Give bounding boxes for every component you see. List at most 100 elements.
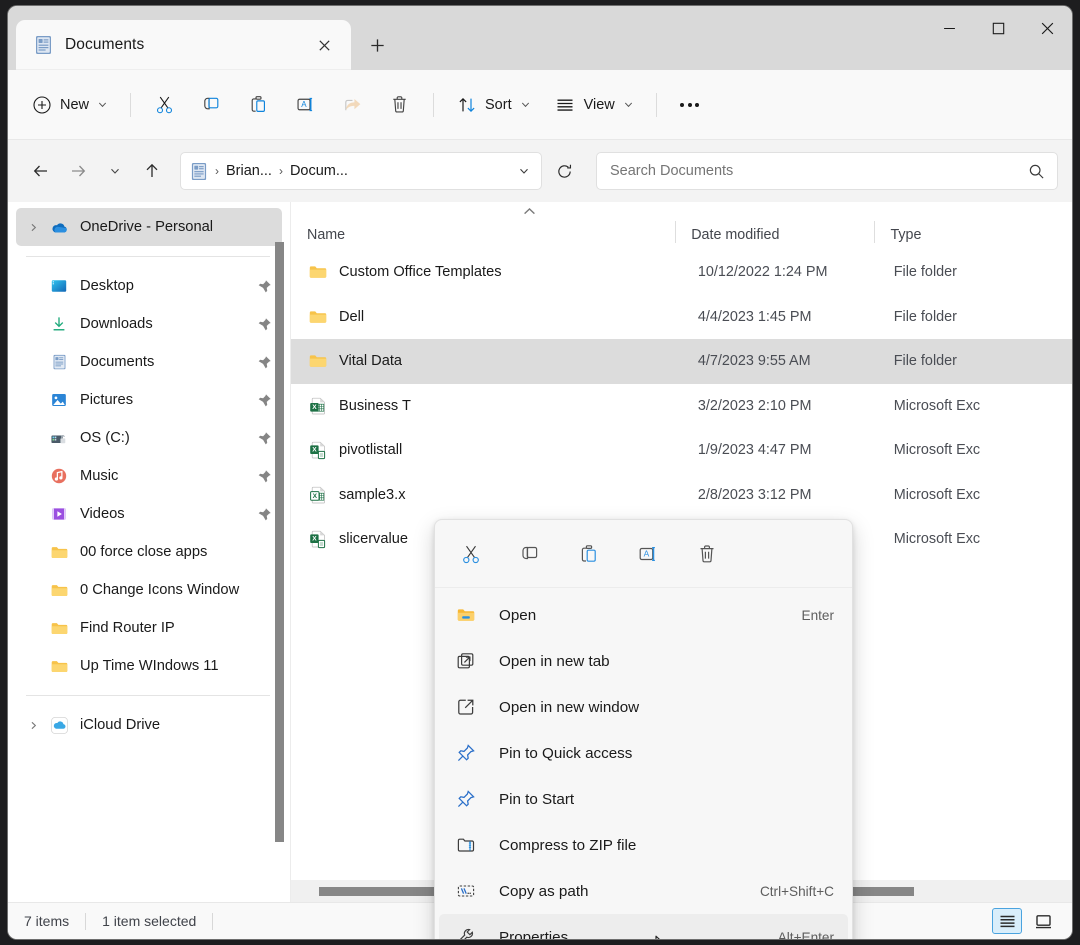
breadcrumb-user[interactable]: Brian... xyxy=(226,163,272,179)
sidebar-item-find-router-ip[interactable]: Find Router IP xyxy=(16,609,282,647)
large-icons-view-button[interactable] xyxy=(1028,908,1058,934)
file-name: slicervalue xyxy=(339,531,408,547)
context-menu-items: Open Enter Open in new tab xyxy=(435,588,852,939)
view-list-icon xyxy=(555,94,576,115)
pin-icon[interactable] xyxy=(257,317,272,332)
sidebar-item-up-time-windows-11[interactable]: Up Time WIndows 11 xyxy=(16,647,282,685)
context-cut-button[interactable] xyxy=(453,536,489,572)
paste-button[interactable] xyxy=(236,86,281,124)
sidebar-item-music[interactable]: Music xyxy=(16,457,282,495)
search-box[interactable] xyxy=(596,152,1058,190)
share-button[interactable] xyxy=(330,86,375,124)
sidebar-scrollbar-thumb[interactable] xyxy=(275,242,284,842)
table-row[interactable]: Dell 4/4/2023 1:45 PM File folder xyxy=(291,295,1072,340)
copy-button[interactable] xyxy=(189,86,234,124)
context-menu-item-open-in-new-tab[interactable]: Open in new tab xyxy=(439,638,848,684)
recent-locations-button[interactable] xyxy=(96,153,133,189)
maximize-button[interactable] xyxy=(974,6,1023,50)
context-menu-item-pin-to-start[interactable]: Pin to Start xyxy=(439,776,848,822)
search-icon[interactable] xyxy=(1028,163,1045,180)
breadcrumb-documents[interactable]: Docum... xyxy=(290,163,348,179)
wrench-icon xyxy=(455,926,477,939)
column-header-name[interactable]: Name xyxy=(291,227,675,243)
pin-icon[interactable] xyxy=(257,469,272,484)
rename-button[interactable]: A xyxy=(283,86,328,124)
context-menu-item-open[interactable]: Open Enter xyxy=(439,592,848,638)
svg-text:A: A xyxy=(644,548,650,558)
table-row[interactable]: Vital Data 4/7/2023 9:55 AM File folder xyxy=(291,339,1072,384)
sidebar-item-icloud-drive[interactable]: iCloud Drive xyxy=(16,706,282,744)
table-row[interactable]: X sample3.x 2/8/2023 3:12 PM Microsoft E… xyxy=(291,473,1072,518)
context-menu-toolbar: A xyxy=(435,520,852,588)
tab-close-icon[interactable] xyxy=(309,30,339,60)
dot xyxy=(688,103,692,107)
column-header-date-modified[interactable]: Date modified xyxy=(675,227,874,243)
pin-icon[interactable] xyxy=(257,507,272,522)
chevron-down-icon-view xyxy=(623,99,634,110)
sidebar-item-videos[interactable]: Videos xyxy=(16,495,282,533)
sidebar-item-onedrive[interactable]: OneDrive - Personal xyxy=(16,208,282,246)
refresh-button[interactable] xyxy=(546,153,582,189)
context-rename-button[interactable]: A xyxy=(630,536,666,572)
context-menu-item-properties[interactable]: Properties Alt+Enter xyxy=(439,914,848,939)
back-button[interactable] xyxy=(22,153,59,189)
sidebar-scrollbar[interactable] xyxy=(275,242,284,842)
details-view-button[interactable] xyxy=(992,908,1022,934)
sort-button[interactable]: Sort xyxy=(445,86,542,124)
sidebar-item-os-c[interactable]: OS (C:) xyxy=(16,419,282,457)
context-menu-item-open-in-new-window[interactable]: Open in new window xyxy=(439,684,848,730)
address-bar[interactable]: › Brian... › Docum... xyxy=(180,152,542,190)
context-menu-accelerator: Ctrl+Shift+C xyxy=(760,884,834,899)
sidebar-item-pictures[interactable]: Pictures xyxy=(16,381,282,419)
dot xyxy=(680,103,684,107)
dot xyxy=(695,103,699,107)
column-header-type[interactable]: Type xyxy=(874,227,1072,243)
excel-icon: X xyxy=(307,395,328,416)
status-divider-1 xyxy=(85,913,86,930)
close-button[interactable] xyxy=(1023,6,1072,50)
cut-button[interactable] xyxy=(142,86,187,124)
item-count: 7 items xyxy=(24,913,69,929)
new-tab-button[interactable] xyxy=(353,23,401,67)
context-menu-item-pin-to-quick-access[interactable]: Pin to Quick access xyxy=(439,730,848,776)
table-row[interactable]: X pivotlistall 1/9/2023 4:47 PM Microsof… xyxy=(291,428,1072,473)
tab-strip: Documents xyxy=(8,6,401,70)
view-button[interactable]: View xyxy=(544,86,645,124)
table-row[interactable]: X Business T 3/2/2023 2:10 PM Microsoft … xyxy=(291,384,1072,429)
tab-documents[interactable]: Documents xyxy=(16,20,351,70)
window-caption-buttons xyxy=(925,6,1072,50)
file-date-modified: 4/7/2023 9:55 AM xyxy=(682,353,878,369)
sidebar-item-0-change-icons-window[interactable]: 0 Change Icons Window xyxy=(16,571,282,609)
context-menu-item-copy-as-path[interactable]: Copy as path Ctrl+Shift+C xyxy=(439,868,848,914)
chevron-right-icon-icloud[interactable] xyxy=(20,720,46,731)
minimize-button[interactable] xyxy=(925,6,974,50)
pin-icon[interactable] xyxy=(257,393,272,408)
table-row[interactable]: Custom Office Templates 10/12/2022 1:24 … xyxy=(291,250,1072,295)
command-bar: New xyxy=(8,70,1072,140)
file-date-modified: 4/4/2023 1:45 PM xyxy=(682,309,878,325)
pin-icon[interactable] xyxy=(257,355,272,370)
delete-button[interactable] xyxy=(377,86,422,124)
sidebar-item-documents[interactable]: Documents xyxy=(16,343,282,381)
file-name: Vital Data xyxy=(339,353,402,369)
context-paste-button[interactable] xyxy=(571,536,607,572)
svg-text:A: A xyxy=(301,100,307,109)
context-menu-item-compress-to-zip-file[interactable]: Compress to ZIP file xyxy=(439,822,848,868)
sidebar-item-desktop[interactable]: Desktop xyxy=(16,267,282,305)
sidebar-item-downloads[interactable]: Downloads xyxy=(16,305,282,343)
up-button[interactable] xyxy=(133,153,170,189)
address-chevron-down-icon[interactable] xyxy=(511,156,537,186)
status-divider-2 xyxy=(212,913,213,930)
context-copy-button[interactable] xyxy=(512,536,548,572)
pin-icon[interactable] xyxy=(257,279,272,294)
sidebar-item-label: Up Time WIndows 11 xyxy=(80,658,219,674)
context-menu-label: Open in new window xyxy=(499,699,834,716)
sidebar-item-00-force-close-apps[interactable]: 00 force close apps xyxy=(16,533,282,571)
forward-button[interactable] xyxy=(59,153,96,189)
search-input[interactable] xyxy=(610,163,1028,179)
new-button[interactable]: New xyxy=(20,86,119,124)
context-delete-button[interactable] xyxy=(689,536,725,572)
see-more-button[interactable] xyxy=(668,86,712,124)
chevron-right-icon[interactable] xyxy=(20,222,46,233)
pin-icon[interactable] xyxy=(257,431,272,446)
